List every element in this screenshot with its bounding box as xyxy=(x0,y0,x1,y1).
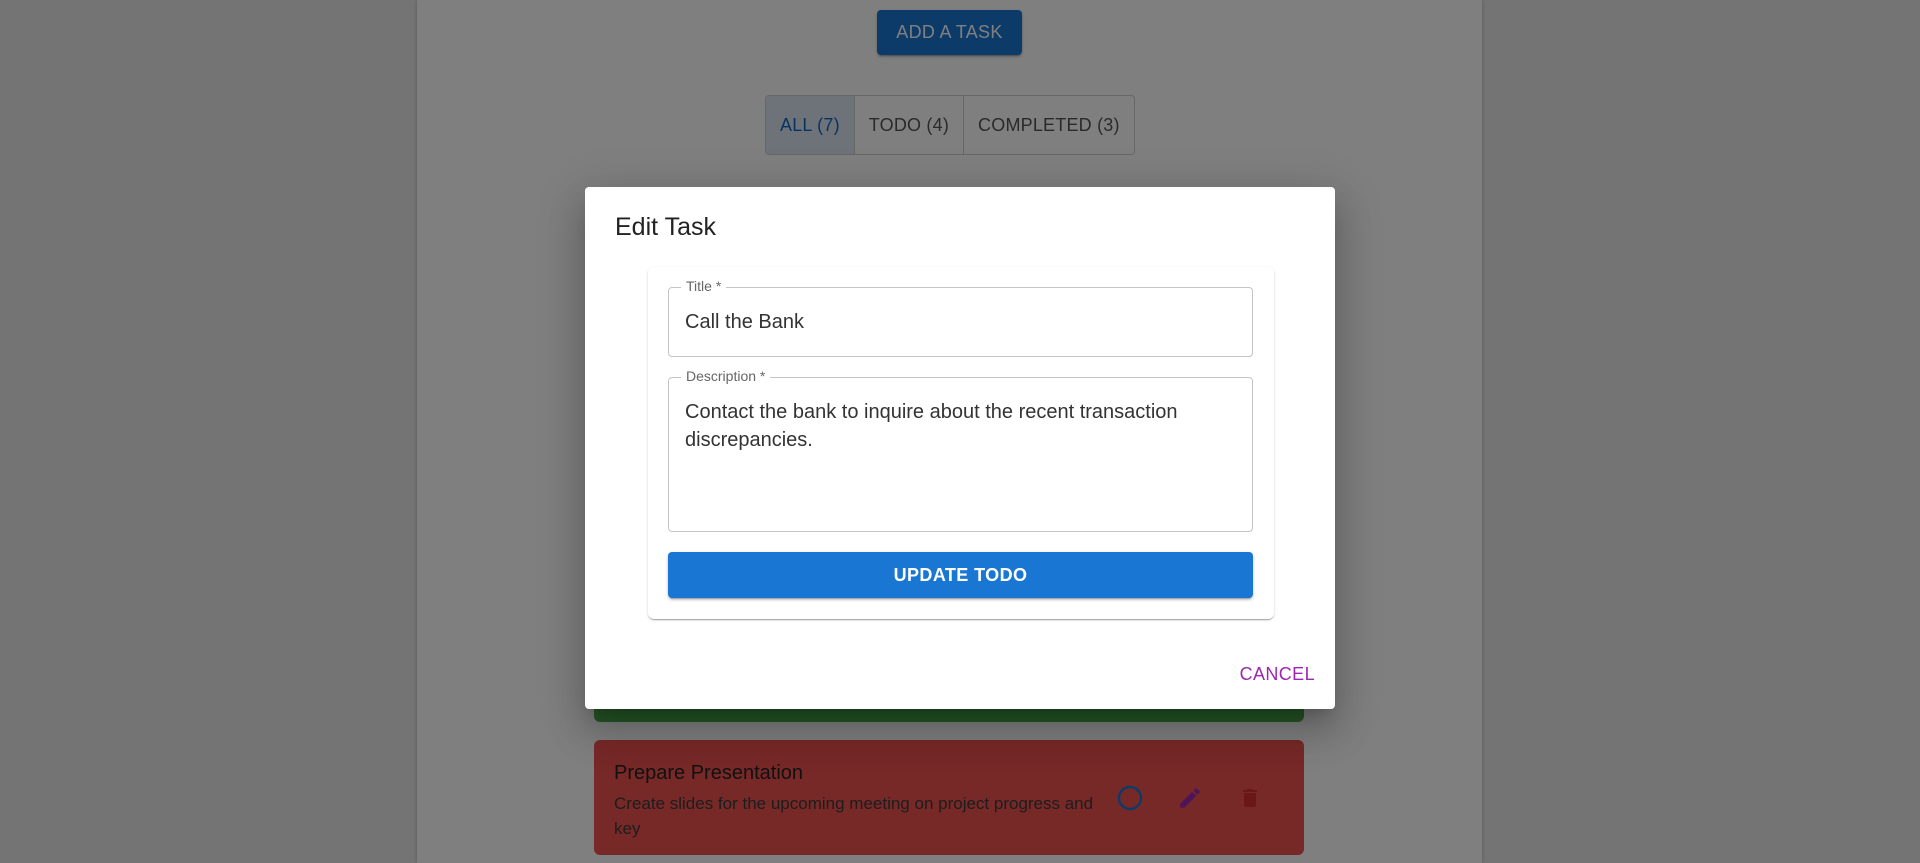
edit-task-dialog: Edit Task Title * Call the Bank Descript… xyxy=(585,187,1335,709)
title-input[interactable]: Call the Bank xyxy=(685,308,1236,336)
title-field-label: Title * xyxy=(681,278,727,294)
description-field-label: Description * xyxy=(681,368,771,384)
title-field[interactable]: Title * Call the Bank xyxy=(668,278,1253,357)
description-field[interactable]: Description * Contact the bank to inquir… xyxy=(668,368,1253,532)
dialog-title: Edit Task xyxy=(615,213,716,241)
edit-form: Title * Call the Bank Description * Cont… xyxy=(648,267,1274,619)
cancel-button[interactable]: CANCEL xyxy=(1240,664,1315,685)
description-textarea[interactable]: Contact the bank to inquire about the re… xyxy=(685,398,1236,454)
update-todo-button[interactable]: UPDATE TODO xyxy=(668,552,1253,598)
